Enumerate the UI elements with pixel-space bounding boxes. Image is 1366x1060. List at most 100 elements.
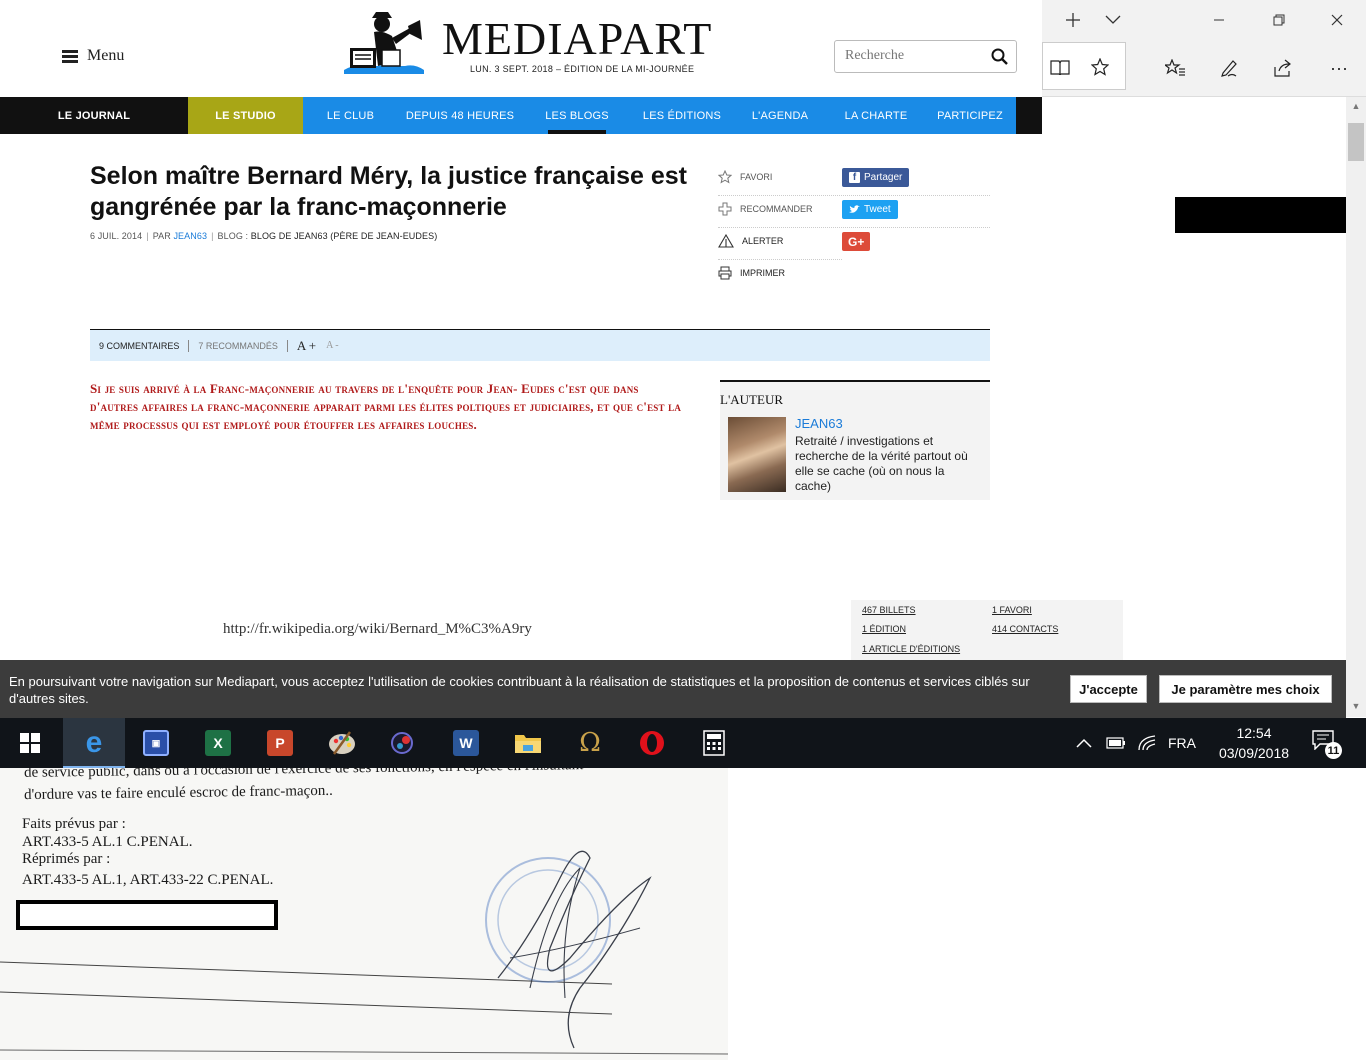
minimize-icon[interactable] bbox=[1204, 5, 1234, 35]
redacted-field bbox=[16, 900, 278, 930]
article-editions-link[interactable]: 1 ARTICLE D'ÉDITIONS bbox=[862, 644, 960, 654]
accept-cookies-button[interactable]: J'accepte bbox=[1070, 675, 1147, 703]
taskbar-calculator[interactable] bbox=[683, 718, 745, 768]
comments-count-link[interactable]: 9 COMMENTAIRES bbox=[99, 341, 179, 351]
start-button[interactable] bbox=[0, 718, 60, 768]
town-crier-logo-icon bbox=[344, 12, 424, 74]
close-window-icon[interactable] bbox=[1322, 5, 1352, 35]
wikipedia-link[interactable]: http://fr.wikipedia.org/wiki/Bernard_M%C… bbox=[223, 621, 532, 638]
more-options-icon[interactable]: ··· bbox=[1324, 53, 1354, 83]
alerter-action[interactable]: ALERTER bbox=[718, 234, 783, 248]
recommended-count-link[interactable]: 7 RECOMMANDÉS bbox=[198, 341, 278, 351]
author-avatar[interactable] bbox=[728, 417, 786, 492]
font-increase-button[interactable]: A + bbox=[297, 338, 316, 354]
star-icon bbox=[718, 170, 732, 184]
taskbar-excel[interactable]: X bbox=[187, 718, 249, 768]
taskbar-edge[interactable]: e bbox=[63, 718, 125, 768]
language-indicator[interactable]: FRA bbox=[1168, 735, 1196, 751]
page-scrollbar[interactable]: ▲ ▼ bbox=[1346, 97, 1366, 717]
nav-filler bbox=[1016, 97, 1042, 134]
search-box[interactable] bbox=[834, 40, 1017, 73]
scroll-up-arrow-icon[interactable]: ▲ bbox=[1346, 97, 1366, 115]
edition-date: LUN. 3 SEPT. 2018 – ÉDITION DE LA MI-JOU… bbox=[470, 64, 695, 74]
taskbar-save-app[interactable]: ▣ bbox=[125, 718, 187, 768]
action-center-button[interactable]: 11 bbox=[1312, 730, 1344, 759]
recommander-action[interactable]: RECOMMANDER bbox=[718, 202, 813, 216]
taskbar-paint[interactable] bbox=[311, 718, 373, 768]
tab-list-chevron-down-icon[interactable] bbox=[1098, 5, 1128, 35]
chevron-up-icon[interactable] bbox=[1076, 738, 1092, 748]
twitter-bird-icon bbox=[849, 205, 860, 213]
favori-action[interactable]: FAVORI bbox=[718, 170, 772, 184]
menu-button[interactable]: Menu bbox=[62, 47, 124, 65]
nav-l-agenda[interactable]: L'AGENDA bbox=[732, 97, 828, 134]
search-input[interactable] bbox=[845, 48, 985, 64]
new-tab-icon[interactable] bbox=[1058, 5, 1088, 35]
reading-view-book-icon[interactable] bbox=[1045, 52, 1075, 82]
article-meta: 6 JUIL. 2014 | PAR JEAN63 | BLOG : BLOG DE J… bbox=[90, 231, 438, 241]
tweet-label: Tweet bbox=[864, 204, 891, 215]
scroll-down-arrow-icon[interactable]: ▼ bbox=[1346, 697, 1366, 715]
twitter-tweet-button[interactable]: Tweet bbox=[842, 200, 898, 219]
edge-icon: e bbox=[85, 726, 103, 759]
scan-line-3: Faits prévus par : bbox=[22, 816, 126, 832]
font-decrease-button[interactable]: A - bbox=[326, 340, 339, 351]
nav-le-journal[interactable]: LE JOURNAL bbox=[0, 97, 188, 134]
taskbar-file-explorer[interactable] bbox=[497, 718, 559, 768]
scroll-thumb[interactable] bbox=[1348, 123, 1364, 161]
taskbar-clock[interactable]: 12:54 03/09/2018 bbox=[1210, 723, 1298, 763]
imprimer-action[interactable]: IMPRIMER bbox=[718, 266, 785, 280]
article-chapo: Si je suis arrivé à la Franc-maçonnerie … bbox=[90, 381, 682, 432]
share-row-alerter: ALERTER G+ bbox=[718, 228, 871, 260]
author-heading: L'AUTEUR bbox=[720, 392, 784, 407]
author-box: L'AUTEUR JEAN63 Retraité / investigation… bbox=[720, 380, 990, 500]
by-label: PAR bbox=[152, 231, 171, 241]
edition-count-link[interactable]: 1 ÉDITION bbox=[862, 624, 906, 634]
excel-icon: X bbox=[205, 730, 231, 756]
taskbar-word[interactable]: W bbox=[435, 718, 497, 768]
nav-les-blogs[interactable]: LES BLOGS bbox=[522, 97, 632, 134]
windows-taskbar: e ▣ X P W Ω FRA 12:54 03/09/2018 11 bbox=[0, 718, 1366, 768]
hamburger-icon bbox=[62, 49, 78, 63]
cookie-settings-button[interactable]: Je paramètre mes choix bbox=[1159, 675, 1332, 703]
google-plus-button[interactable]: G+ bbox=[842, 232, 871, 251]
favorites-hub-icon[interactable] bbox=[1160, 53, 1190, 83]
system-tray: FRA bbox=[1076, 718, 1196, 768]
nav-le-club[interactable]: LE CLUB bbox=[303, 97, 398, 134]
battery-icon[interactable] bbox=[1106, 737, 1126, 749]
author-bio: Retraité / investigations et recherche d… bbox=[795, 434, 968, 493]
web-note-pen-icon[interactable] bbox=[1214, 53, 1244, 83]
taskbar-media-app[interactable] bbox=[373, 718, 435, 768]
nav-le-studio[interactable]: LE STUDIO bbox=[188, 97, 303, 134]
blog-name-link[interactable]: BLOG DE JEAN63 (PÈRE DE JEAN-EUDES) bbox=[251, 231, 438, 241]
alerter-label: ALERTER bbox=[742, 236, 784, 246]
taskbar-powerpoint[interactable]: P bbox=[249, 718, 311, 768]
wifi-icon[interactable] bbox=[1138, 735, 1156, 751]
author-link[interactable]: JEAN63 bbox=[173, 231, 207, 241]
facebook-share-button[interactable]: f Partager bbox=[842, 168, 910, 187]
add-favorite-star-icon[interactable] bbox=[1085, 52, 1115, 82]
restore-window-icon[interactable] bbox=[1264, 5, 1294, 35]
plus-cross-icon bbox=[718, 202, 732, 216]
nav-depuis-48-heures[interactable]: DEPUIS 48 HEURES bbox=[398, 97, 522, 134]
scanned-legal-document: de service public, dans ou à l'occasion … bbox=[0, 768, 728, 1060]
author-name-link[interactable]: JEAN63 bbox=[795, 416, 843, 431]
nav-les-editions[interactable]: LES ÉDITIONS bbox=[632, 97, 732, 134]
main-navigation: LE JOURNAL LE STUDIO LE CLUB DEPUIS 48 H… bbox=[0, 97, 1042, 134]
share-row-imprimer: IMPRIMER bbox=[718, 260, 990, 292]
contacts-link[interactable]: 414 CONTACTS bbox=[992, 624, 1058, 634]
nav-participez[interactable]: PARTICIPEZ bbox=[924, 97, 1016, 134]
signature-stamp-icon bbox=[485, 850, 652, 1049]
nav-la-charte[interactable]: LA CHARTE bbox=[828, 97, 924, 134]
paint-palette-icon bbox=[329, 731, 355, 755]
share-icon[interactable] bbox=[1268, 53, 1298, 83]
mediapart-logo[interactable]: MEDIAPART LUN. 3 SEPT. 2018 – ÉDITION DE… bbox=[338, 10, 728, 76]
search-icon[interactable] bbox=[991, 48, 1008, 65]
article-toolbar: 9 COMMENTAIRES 7 RECOMMANDÉS A + A - bbox=[90, 329, 990, 361]
facebook-icon: f bbox=[849, 172, 860, 183]
taskbar-omega-app[interactable]: Ω bbox=[559, 718, 621, 768]
billets-link[interactable]: 467 BILLETS bbox=[862, 605, 916, 615]
favori-count-link[interactable]: 1 FAVORI bbox=[992, 605, 1032, 615]
taskbar-opera[interactable] bbox=[621, 718, 683, 768]
divider bbox=[286, 339, 288, 352]
